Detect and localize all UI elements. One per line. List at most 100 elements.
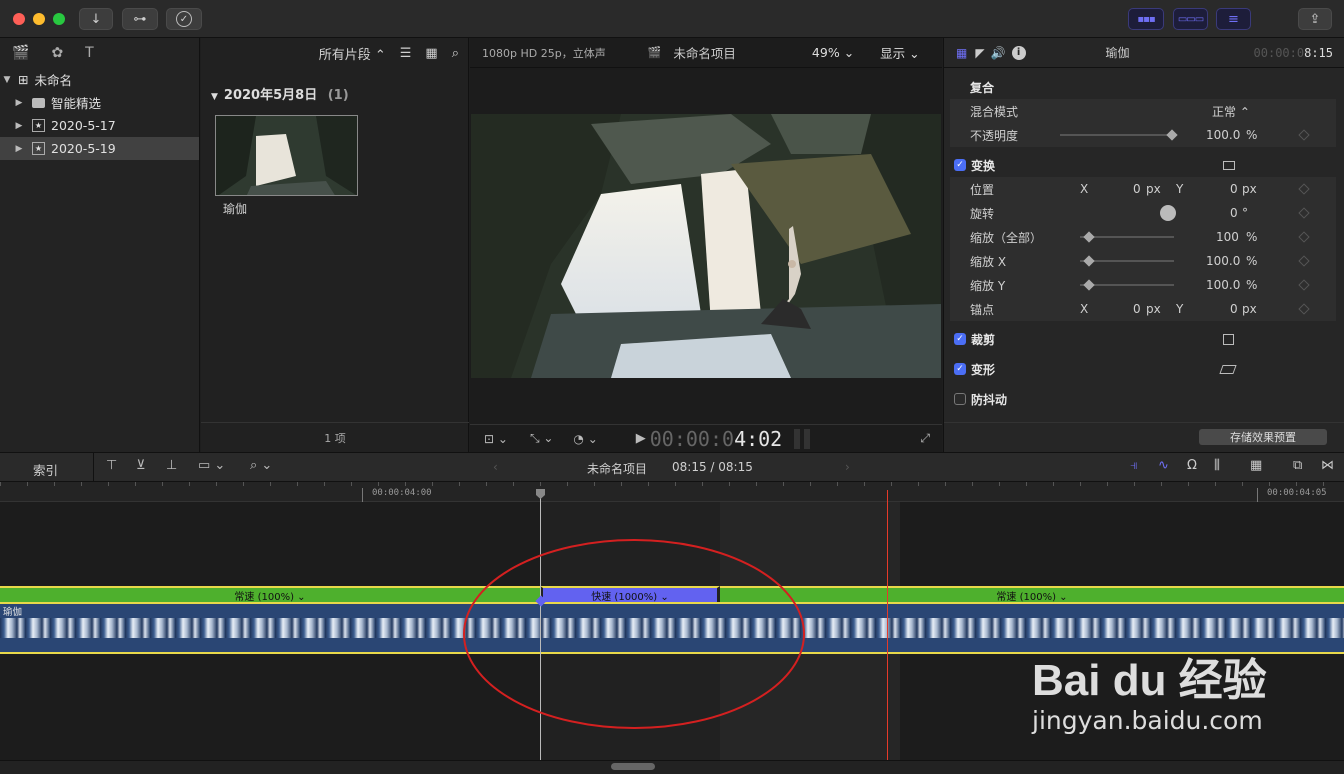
skimming-icon[interactable]: ⫣ xyxy=(1130,458,1138,473)
clapper-icon[interactable]: 🎬 xyxy=(12,45,29,61)
anchor-x-value[interactable]: 0 xyxy=(1133,302,1141,316)
titles-icon[interactable]: T xyxy=(85,45,94,61)
filmstrip-icon[interactable]: ▦ xyxy=(425,46,437,61)
timecode-display[interactable]: 00:00:04:02 xyxy=(650,427,782,451)
disclosure-right-icon[interactable]: ▶ xyxy=(12,144,26,154)
transform-section-header[interactable]: ✓ 变换 xyxy=(950,153,1336,177)
effects-browser-icon[interactable]: ⧉ xyxy=(1293,458,1302,473)
keyframe-icon[interactable] xyxy=(1298,279,1310,291)
position-x-value[interactable]: 0 xyxy=(1133,182,1141,196)
rotation-value[interactable]: 0 xyxy=(1230,206,1238,220)
transitions-browser-icon[interactable]: ⋈ xyxy=(1321,458,1334,473)
opacity-value[interactable]: 100.0 xyxy=(1206,128,1240,142)
crop-section-header[interactable]: ✓ 裁剪 xyxy=(950,327,1336,351)
annotation-ellipse xyxy=(463,539,805,729)
minimize-window-button[interactable] xyxy=(33,13,45,25)
transform-checkbox[interactable]: ✓ xyxy=(954,159,966,171)
position-y-value[interactable]: 0 xyxy=(1230,182,1238,196)
viewer-layout-dropdown[interactable]: ⊡ ⌄ xyxy=(484,432,508,446)
play-button[interactable]: ▶ xyxy=(636,431,646,446)
event-item[interactable]: ▶ ★ 2020-5-17 xyxy=(0,114,199,137)
color-inspector-icon[interactable]: ◤ xyxy=(975,46,984,60)
zoom-tool-dropdown[interactable]: ⌕ ⌄ xyxy=(250,458,272,473)
crop-tool-icon[interactable] xyxy=(1223,333,1234,345)
zoom-window-button[interactable] xyxy=(53,13,65,25)
date-group-header[interactable]: ▼ 2020年5月8日 (1) xyxy=(211,84,349,103)
scale-x-knob[interactable] xyxy=(1083,255,1095,267)
opacity-slider[interactable] xyxy=(1060,134,1174,136)
index-button[interactable]: 索引 xyxy=(33,460,58,479)
transform-tool-icon[interactable] xyxy=(1223,160,1235,170)
keyframe-icon[interactable] xyxy=(1298,231,1310,243)
show-timeline-button[interactable]: ▭▭▭ xyxy=(1173,8,1208,30)
save-effects-preset-button[interactable]: 存储效果预置 xyxy=(1199,429,1327,445)
distort-tool-icon[interactable] xyxy=(1219,364,1237,374)
speed-bar-normal-right[interactable]: 常速 (100%) ⌄ xyxy=(720,586,1344,603)
anchor-y-value[interactable]: 0 xyxy=(1230,302,1238,316)
show-browser-button[interactable]: ▪▪▪ xyxy=(1128,8,1164,30)
blend-mode-dropdown[interactable]: 正常 ⌃ xyxy=(1212,103,1250,120)
audio-skimming-icon[interactable]: ∿ xyxy=(1158,458,1169,473)
background-tasks-button[interactable]: ✓ xyxy=(166,8,202,30)
back-arrow-icon[interactable]: ‹ xyxy=(493,460,498,474)
scale-all-value[interactable]: 100 xyxy=(1216,230,1239,244)
import-button[interactable]: ↓ xyxy=(79,8,113,30)
clip-filter-dropdown[interactable]: 所有片段 ⌃ xyxy=(319,44,386,63)
zoom-dropdown[interactable]: 49% ⌄ xyxy=(812,45,854,60)
stabilization-section-header[interactable]: 防抖动 xyxy=(950,387,1336,411)
headphones-icon[interactable]: Ω xyxy=(1187,458,1197,473)
retime-dropdown[interactable]: ◔ ⌄ xyxy=(573,432,597,446)
timeline-ruler[interactable]: 00:00:04:00 00:00:04:05 xyxy=(0,482,1344,502)
search-icon[interactable]: ⌕ xyxy=(452,46,459,61)
video-inspector-icon[interactable]: ▦ xyxy=(956,46,967,60)
forward-arrow-icon[interactable]: › xyxy=(845,460,850,474)
speed-bar-normal-left[interactable]: 常速 (100%) ⌄ xyxy=(0,586,540,603)
scale-y-value[interactable]: 100.0 xyxy=(1206,278,1240,292)
rotation-dial[interactable] xyxy=(1160,205,1176,221)
share-icon: ⇪ xyxy=(1309,11,1321,27)
keyframe-icon[interactable] xyxy=(1298,183,1310,195)
share-button[interactable]: ⇪ xyxy=(1298,8,1332,30)
keyframe-icon[interactable] xyxy=(1298,207,1310,219)
disclosure-down-icon[interactable]: ▼ xyxy=(211,92,218,102)
keyframe-icon[interactable] xyxy=(1298,303,1310,315)
disclosure-down-icon[interactable]: ▼ xyxy=(0,75,14,85)
clip-appearance-icon[interactable]: ☰ xyxy=(400,46,412,61)
keywords-button[interactable]: ⊶ xyxy=(122,8,158,30)
insert-clip-icon[interactable]: ⊻ xyxy=(136,458,146,473)
stabilization-checkbox[interactable] xyxy=(954,393,966,405)
distort-checkbox[interactable]: ✓ xyxy=(954,363,966,375)
show-inspector-button[interactable]: ≡ xyxy=(1216,8,1251,30)
scale-x-value[interactable]: 100.0 xyxy=(1206,254,1240,268)
append-clip-icon[interactable]: ⊥ xyxy=(166,458,177,473)
display-dropdown[interactable]: 显示 ⌄ xyxy=(880,43,919,62)
connect-clip-icon[interactable]: ⊤ xyxy=(106,458,117,473)
compound-section-header[interactable]: 复合 xyxy=(950,75,1336,99)
audio-inspector-icon[interactable]: 🔊 xyxy=(991,46,1006,60)
library-item[interactable]: ▼ ⊞ 未命名 xyxy=(0,68,199,91)
keyframe-icon[interactable] xyxy=(1298,129,1310,141)
fullscreen-icon[interactable]: ⤢ xyxy=(920,431,930,446)
event-item-selected[interactable]: ▶ ★ 2020-5-19 xyxy=(0,137,199,160)
info-icon[interactable]: i xyxy=(1011,45,1026,60)
viewer-video-frame[interactable] xyxy=(471,114,941,378)
timeline-resize-handle[interactable] xyxy=(611,763,655,770)
opacity-slider-knob[interactable] xyxy=(1166,129,1178,141)
close-window-button[interactable] xyxy=(13,13,25,25)
snapping-icon[interactable]: ⫼ xyxy=(1214,458,1220,473)
disclosure-right-icon[interactable]: ▶ xyxy=(12,121,26,131)
crop-checkbox[interactable]: ✓ xyxy=(954,333,966,345)
overwrite-clip-dropdown[interactable]: ▭ ⌄ xyxy=(198,458,225,473)
transform-tools-dropdown[interactable]: ⤡ ⌄ xyxy=(530,431,553,446)
disclosure-right-icon[interactable]: ▶ xyxy=(12,98,26,108)
scale-y-knob[interactable] xyxy=(1083,279,1095,291)
photos-icon[interactable]: ✿ xyxy=(51,45,63,61)
distort-section-header[interactable]: ✓ 变形 xyxy=(950,357,1336,381)
clip-appearance-icon[interactable]: ▦ xyxy=(1250,458,1262,473)
playhead-line[interactable] xyxy=(887,490,888,760)
ruler-timecode: 00:00:04:00 xyxy=(372,488,432,498)
scale-all-knob[interactable] xyxy=(1083,231,1095,243)
clip-thumbnail[interactable] xyxy=(215,115,358,196)
keyframe-icon[interactable] xyxy=(1298,255,1310,267)
smart-collections-item[interactable]: ▶ 智能精选 xyxy=(0,91,199,114)
